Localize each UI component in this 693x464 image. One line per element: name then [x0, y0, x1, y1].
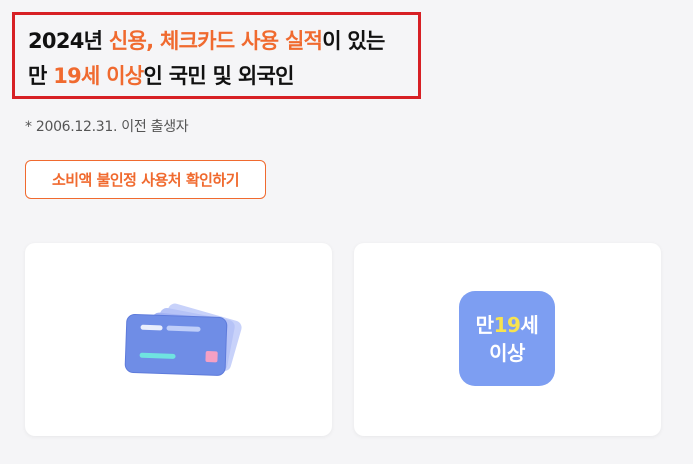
- headline-text: 만: [28, 64, 54, 88]
- age-badge-line-2: 이상: [489, 340, 525, 365]
- birthdate-note: * 2006.12.31. 이전 출생자: [25, 119, 189, 135]
- check-excluded-stores-button[interactable]: 소비액 불인정 사용처 확인하기: [25, 160, 266, 199]
- age-badge-number: 19: [493, 312, 521, 337]
- headline-highlight-card-usage: 신용, 체크카드 사용 실적: [108, 29, 323, 53]
- age-badge-prefix: 만: [475, 312, 494, 337]
- headline-line-1: 2024년 신용, 체크카드 사용 실적이 있는: [28, 29, 418, 53]
- headline-text: 이 있는: [322, 29, 385, 53]
- headline-line-2: 만 19세 이상인 국민 및 외국인: [28, 64, 418, 88]
- age-requirement-card: 만19세 이상: [354, 243, 661, 436]
- age-badge-line-1: 만19세: [476, 311, 539, 339]
- age-19-plus-badge: 만19세 이상: [459, 291, 555, 386]
- headline-text: 인 국민 및 외국인: [143, 64, 295, 88]
- eligibility-headline-box: 2024년 신용, 체크카드 사용 실적이 있는 만 19세 이상인 국민 및 …: [12, 12, 421, 99]
- credit-cards-icon: [124, 303, 242, 376]
- age-badge-suffix: 세: [520, 312, 539, 337]
- headline-highlight-age: 19세 이상: [53, 64, 144, 88]
- card-usage-card: [25, 243, 332, 436]
- headline-text: 2024년: [28, 29, 109, 53]
